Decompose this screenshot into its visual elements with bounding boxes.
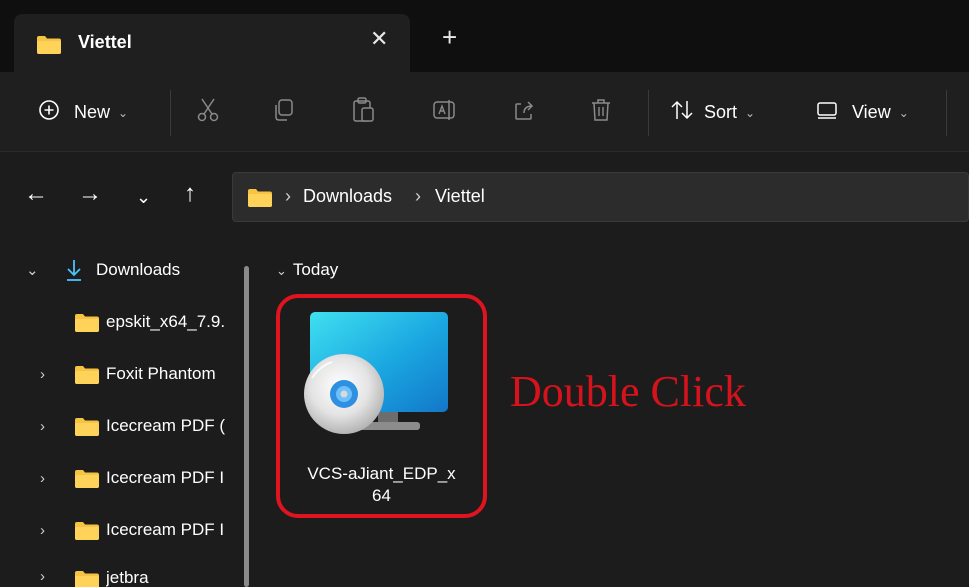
sort-label: Sort [704,101,738,122]
sort-button[interactable]: Sort ⌄ [670,72,755,152]
sidebar-item-icecream-2[interactable]: › Icecream PDF I [0,452,240,504]
sidebar-item-icecream-3[interactable]: › Icecream PDF I [0,504,240,556]
sidebar-item-label: Icecream PDF ( [106,416,226,435]
chevron-down-icon[interactable]: ⌄ [26,261,39,279]
tab-viettel[interactable]: Viettel ✕ [14,14,410,72]
folder-icon [74,521,100,546]
chevron-down-icon: ⌄ [276,263,287,278]
up-button[interactable]: ↑ [184,182,196,206]
share-button[interactable] [514,72,536,152]
chevron-right-icon[interactable]: › [40,470,45,487]
recent-locations-button[interactable]: ⌄ [136,188,151,206]
chevron-right-icon[interactable]: › [40,418,45,435]
divider [648,90,649,136]
folder-icon [74,469,100,494]
command-bar: New ⌄ Sort ⌄ View ⌄ [0,72,969,152]
folder-icon [74,365,100,390]
breadcrumb-separator: › [285,186,291,206]
folder-icon [74,313,100,338]
chevron-down-icon: ⌄ [898,106,909,120]
sidebar-item-label: Icecream PDF I [106,468,225,487]
tab-title: Viettel [78,32,132,52]
nav-pane-scrollbar[interactable] [244,266,249,587]
sidebar-item-label: Icecream PDF I [106,520,225,539]
cut-button[interactable] [196,72,220,152]
divider [946,90,947,136]
installer-cd-icon [298,308,468,447]
sidebar-item-downloads[interactable]: ⌄ Downloads [0,244,240,296]
sidebar-item-label: jetbra [106,568,149,587]
scissors-icon [196,97,220,128]
file-item-installer[interactable]: VCS-aJiant_EDP_x 64 [276,294,487,518]
breadcrumb-separator: › [415,186,421,206]
paste-icon [352,96,376,128]
chevron-right-icon[interactable]: › [40,568,45,585]
group-header-label: Today [292,260,339,279]
breadcrumb-viettel[interactable]: Viettel [435,186,485,207]
sidebar-item-epskit[interactable]: epskit_x64_7.9. [0,296,240,348]
folder-icon [36,35,62,60]
file-name-line: VCS-aJiant_EDP_x [307,464,456,483]
forward-button[interactable]: → [78,182,102,206]
folder-icon [74,570,100,587]
chevron-right-icon[interactable]: › [40,366,45,383]
divider [170,90,171,136]
chevron-down-icon: ⌄ [118,106,129,120]
navigation-pane: ⌄ Downloads epskit_x64_7.9. › Foxit Phan… [0,240,262,587]
rename-button[interactable] [432,72,458,152]
view-button[interactable]: View ⌄ [816,72,909,152]
copy-icon [272,98,296,127]
view-label: View [852,101,891,122]
folder-icon [74,417,100,442]
sidebar-item-label: Downloads [96,260,181,279]
double-click-annotation: Double Click [510,367,746,416]
delete-button[interactable] [590,72,612,152]
copy-button[interactable] [272,72,296,152]
sort-arrows-icon [670,99,694,126]
title-bar: Viettel ✕ + [0,0,969,72]
sidebar-item-foxit[interactable]: › Foxit Phantom [0,348,240,400]
chevron-down-icon: ⌄ [745,106,756,120]
sidebar-item-icecream-1[interactable]: › Icecream PDF ( [0,400,240,452]
navigation-bar: ← → ⌄ ↑ › Downloads › Viettel [0,152,969,240]
sidebar-item-label: Foxit Phantom [106,364,216,383]
share-icon [514,99,536,126]
file-name-line: 64 [372,486,391,505]
paste-button[interactable] [352,72,376,152]
breadcrumb-downloads[interactable]: Downloads [303,186,392,207]
new-tab-button[interactable]: + [442,24,457,50]
address-bar[interactable]: › Downloads › Viettel [232,172,969,222]
new-button[interactable]: New ⌄ [38,72,128,152]
chevron-right-icon[interactable]: › [40,522,45,539]
sidebar-item-jetbra[interactable]: › jetbra [0,554,240,587]
folder-icon [247,188,273,213]
file-list: ⌄ Today VCS-aJiant_EDP_x 64 Double Click [262,240,969,587]
rename-icon [432,98,458,127]
group-header-today[interactable]: ⌄ Today [276,260,338,280]
download-icon [64,258,84,287]
sidebar-item-label: epskit_x64_7.9. [106,312,226,331]
back-button[interactable]: ← [24,182,48,206]
plus-circle-icon [38,99,60,126]
tab-close-button[interactable]: ✕ [370,28,388,50]
view-icon [816,100,838,125]
trash-icon [590,98,612,127]
file-name: VCS-aJiant_EDP_x 64 [280,463,483,507]
new-label: New [74,101,111,122]
